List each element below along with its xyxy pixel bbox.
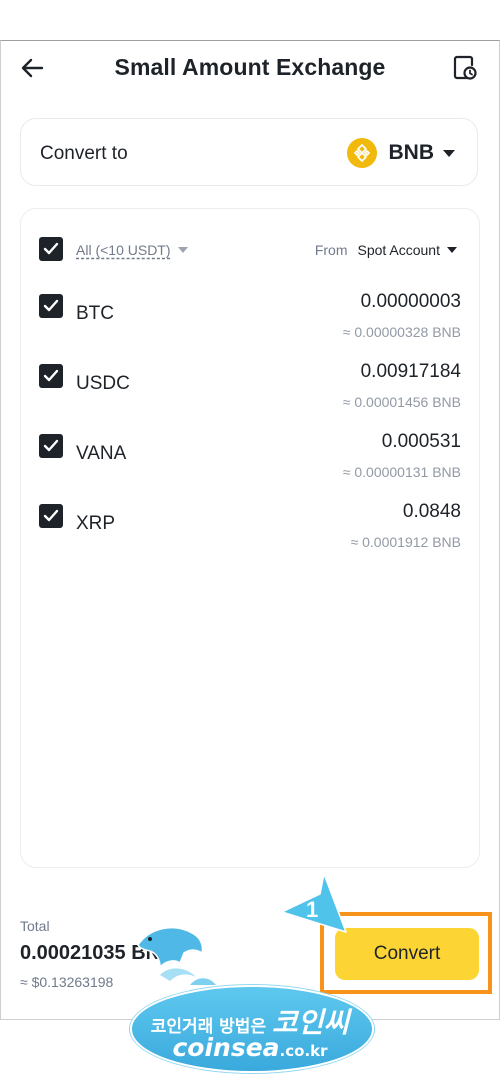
account-select[interactable]: Spot Account (357, 242, 457, 258)
asset-checkbox[interactable] (39, 294, 63, 318)
checkmark-icon (43, 242, 59, 255)
order-history-button[interactable] (452, 54, 478, 82)
asset-amount: 0.00917184 (360, 361, 461, 382)
caret-down-icon (177, 247, 188, 253)
source-account: From Spot Account (315, 242, 457, 258)
asset-symbol: BTC (76, 303, 114, 324)
convert-to-card: Convert to BNB (20, 118, 478, 186)
order-history-icon (453, 55, 477, 80)
asset-checkbox[interactable] (39, 364, 63, 388)
checkmark-icon (43, 369, 59, 382)
watermark-domain: coinsea.co.kr (128, 1033, 372, 1062)
watermark-domain-tld: .co.kr (279, 1042, 328, 1060)
select-all-checkbox[interactable] (39, 237, 63, 261)
total-usd-value: ≈ $0.13263198 (20, 974, 114, 990)
bnb-logo-icon (346, 138, 377, 168)
asset-row-btc[interactable]: BTC 0.00000003 ≈ 0.00000328 BNB (21, 288, 479, 348)
asset-converted-value: ≈ 0.0001912 BNB (350, 534, 461, 550)
asset-converted-value: ≈ 0.00001456 BNB (342, 394, 461, 410)
asset-symbol: USDC (76, 373, 130, 394)
asset-checkbox[interactable] (39, 434, 63, 458)
page-title: Small Amount Exchange (114, 54, 386, 80)
asset-converted-value: ≈ 0.00000131 BNB (342, 464, 461, 480)
asset-converted-value: ≈ 0.00000328 BNB (342, 324, 461, 340)
asset-list-card: All (<10 USDT) From Spot Account BTC 0.0… (20, 208, 480, 868)
checkmark-icon (43, 299, 59, 312)
asset-row-usdc[interactable]: USDC 0.00917184 ≈ 0.00001456 BNB (21, 358, 479, 418)
asset-amount: 0.0848 (402, 501, 461, 522)
all-filter-dropdown[interactable]: All (<10 USDT) (76, 242, 188, 258)
asset-symbol: XRP (76, 513, 116, 534)
caret-down-icon (447, 247, 457, 253)
target-coin-name: BNB (388, 141, 435, 164)
watermark-logo: 코인거래 방법은 코인씨 coinsea.co.kr (128, 915, 374, 1075)
convert-to-label: Convert to (40, 143, 128, 164)
asset-symbol: VANA (76, 443, 127, 464)
from-label: From (314, 242, 348, 258)
asset-row-xrp[interactable]: XRP 0.0848 ≈ 0.0001912 BNB (21, 498, 479, 558)
checkmark-icon (43, 439, 59, 452)
all-filter-label: All (<10 USDT) (76, 242, 171, 258)
asset-row-vana[interactable]: VANA 0.000531 ≈ 0.00000131 BNB (21, 428, 479, 488)
dolphin-icon (137, 926, 216, 985)
asset-amount: 0.00000003 (360, 291, 461, 312)
caret-down-icon (443, 149, 455, 157)
asset-amount: 0.000531 (381, 431, 461, 452)
account-name: Spot Account (357, 242, 440, 258)
total-label: Total (20, 918, 50, 934)
page-header: Small Amount Exchange (0, 40, 500, 98)
watermark-domain-name: coinsea (172, 1033, 280, 1062)
asset-checkbox[interactable] (39, 504, 63, 528)
target-coin-select[interactable]: BNB (346, 137, 455, 169)
checkmark-icon (43, 509, 59, 522)
